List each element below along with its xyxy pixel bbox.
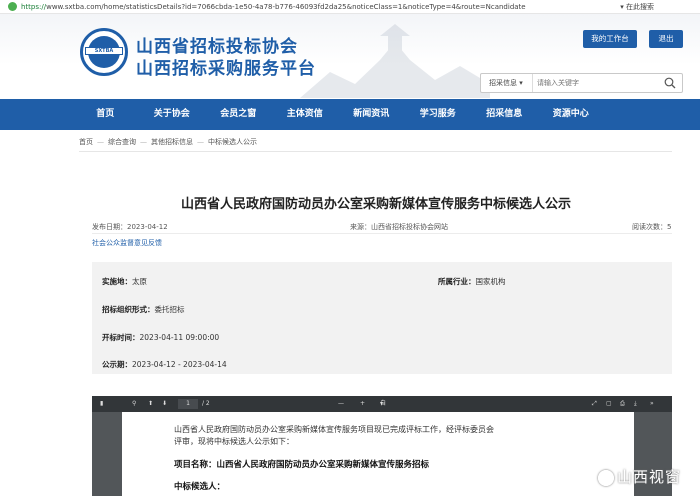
nav-learning[interactable]: 学习服务 xyxy=(405,99,472,130)
divider xyxy=(79,151,672,152)
browser-search-button[interactable]: ▾ 在此搜索 xyxy=(620,0,654,13)
weibo-logo-icon xyxy=(598,469,614,486)
project-info-box: 实施地：太原 所属行业：国家机构 招标组织形式：委托招标 开标时间：2023-0… xyxy=(92,262,672,374)
search-input[interactable] xyxy=(537,76,657,90)
watermark-text: 山西视窗 xyxy=(617,468,682,486)
main-nav: 首页 关于协会 会员之窗 主体资信 新闻资讯 学习服务 招采信息 资源中心 xyxy=(0,99,700,130)
breadcrumb: 首页 — 综合查询 — 其他招标信息 — 中标候选人公示 xyxy=(79,138,257,146)
info-industry: 所属行业：国家机构 xyxy=(438,276,506,287)
secure-lock-icon xyxy=(8,1,17,11)
nav-credit[interactable]: 主体资信 xyxy=(272,99,339,130)
divider xyxy=(92,233,672,234)
search-box: 招采信息 ▾ xyxy=(480,73,683,93)
breadcrumb-current: 中标候选人公示 xyxy=(208,138,257,146)
prev-page-icon[interactable]: ⬆ xyxy=(148,396,153,412)
url-text: www.sxtba.com/home/statisticsDetails?id=… xyxy=(46,3,526,11)
workbench-button[interactable]: 我的工作台 xyxy=(583,30,637,48)
publish-date: 发布日期：2023-04-12 xyxy=(92,223,168,231)
pdf-paragraph-line: 山西省人民政府国防动员办公室采购新媒体宣传服务项目现已完成评标工作，经评标委员会 xyxy=(174,425,494,434)
pdf-candidate-heading: 中标候选人： xyxy=(174,482,226,492)
page-number-input[interactable]: 1 xyxy=(178,399,198,409)
info-label: 所属行业： xyxy=(438,277,476,286)
nav-about[interactable]: 关于协会 xyxy=(139,99,206,130)
info-value: 2023-04-12 - 2023-04-14 xyxy=(132,360,227,369)
info-org-form: 招标组织形式：委托招标 xyxy=(102,304,185,315)
site-header: SXTBA 山西省招标投标协会 山西招标采购服务平台 我的工作台 退出 招采信息… xyxy=(0,14,700,99)
info-notice-period: 公示期：2023-04-12 - 2023-04-14 xyxy=(102,359,227,370)
zoom-out-icon[interactable]: — xyxy=(338,396,344,412)
info-value: 委托招标 xyxy=(154,305,185,314)
info-value: 国家机构 xyxy=(475,277,506,286)
browser-url-bar[interactable]: https://www.sxtba.com/home/statisticsDet… xyxy=(0,0,700,14)
sidebar-toggle-icon[interactable]: ▮ xyxy=(100,396,103,412)
pdf-toolbar: ▮ ⚲ ⬆ ⬇ 1 / 2 — + 自动缩放 ▾ ⤢ ▢ ⎙ ⤓ » xyxy=(92,396,672,455)
nav-home[interactable]: 首页 xyxy=(72,99,139,130)
fullscreen-icon[interactable]: ⤢ xyxy=(592,396,597,412)
logo-text: SXTBA xyxy=(85,47,123,55)
info-label: 招标组织形式： xyxy=(102,305,155,314)
open-file-icon[interactable]: ▢ xyxy=(606,396,612,412)
article-source: 来源：山西省招标投标协会网站 xyxy=(350,223,448,231)
zoom-search-icon[interactable]: ⚲ xyxy=(132,396,136,412)
association-logo[interactable]: SXTBA xyxy=(80,28,128,76)
breadcrumb-other[interactable]: 其他招标信息 xyxy=(151,138,193,146)
pdf-project-name: 项目名称：山西省人民政府国防动员办公室采购新媒体宣传服务招标 xyxy=(174,460,430,470)
search-category-label: 招采信息 xyxy=(489,79,517,87)
url-scheme: https:// xyxy=(21,3,47,11)
info-location: 实施地：太原 xyxy=(102,276,147,287)
print-icon[interactable]: ⎙ xyxy=(620,396,625,412)
zoom-select[interactable]: 自动缩放 ▾ xyxy=(380,396,386,455)
page-title: 山西省人民政府国防动员办公室采购新媒体宣传服务中标候选人公示 xyxy=(180,197,571,212)
site-title-line2: 山西招标采购服务平台 xyxy=(136,59,316,79)
search-category-select[interactable]: 招采信息 ▾ xyxy=(481,74,533,92)
info-label: 公示期： xyxy=(102,360,132,369)
view-count: 阅读次数：5 xyxy=(632,223,672,231)
info-value: 太原 xyxy=(132,277,147,286)
more-tools-icon[interactable]: » xyxy=(650,396,654,412)
landmark-illustration xyxy=(300,24,490,98)
nav-news[interactable]: 新闻资讯 xyxy=(338,99,405,130)
source-watermark: 山西视窗 xyxy=(598,466,681,487)
info-bid-open-time: 开标时间：2023-04-11 09:00:00 xyxy=(102,332,219,343)
browser-search-label: 在此搜索 xyxy=(626,3,654,11)
feedback-link[interactable]: 社会公众监督意见反馈 xyxy=(92,238,162,248)
pdf-paragraph-line: 评审，现将中标候选人公示如下： xyxy=(174,437,294,446)
breadcrumb-home[interactable]: 首页 xyxy=(79,138,93,146)
page-total: / 2 xyxy=(202,400,210,407)
logout-button[interactable]: 退出 xyxy=(649,30,683,48)
info-label: 开标时间： xyxy=(102,333,140,342)
pdf-viewer[interactable]: ▮ ⚲ ⬆ ⬇ 1 / 2 — + 自动缩放 ▾ ⤢ ▢ ⎙ ⤓ » 山西省人民… xyxy=(92,396,672,496)
nav-members[interactable]: 会员之窗 xyxy=(205,99,272,130)
info-label: 实施地： xyxy=(102,277,132,286)
nav-resources[interactable]: 资源中心 xyxy=(538,99,605,130)
download-icon[interactable]: ⤓ xyxy=(634,396,637,412)
zoom-in-icon[interactable]: + xyxy=(360,396,365,412)
next-page-icon[interactable]: ⬇ xyxy=(162,396,167,412)
pdf-page: 山西省人民政府国防动员办公室采购新媒体宣传服务项目现已完成评标工作，经评标委员会… xyxy=(122,412,634,496)
info-value: 2023-04-11 09:00:00 xyxy=(139,333,220,342)
nav-procurement[interactable]: 招采信息 xyxy=(471,99,538,130)
search-icon[interactable] xyxy=(664,77,676,89)
breadcrumb-query[interactable]: 综合查询 xyxy=(108,138,136,146)
